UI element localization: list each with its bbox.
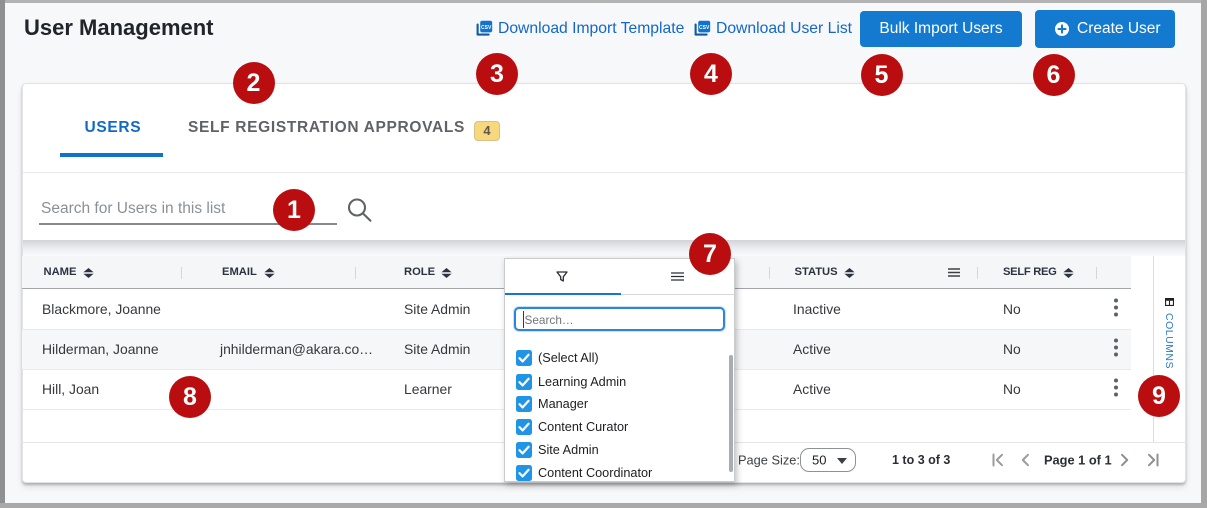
svg-text:CSV: CSV [481, 25, 492, 31]
svg-text:CSV: CSV [699, 25, 710, 31]
